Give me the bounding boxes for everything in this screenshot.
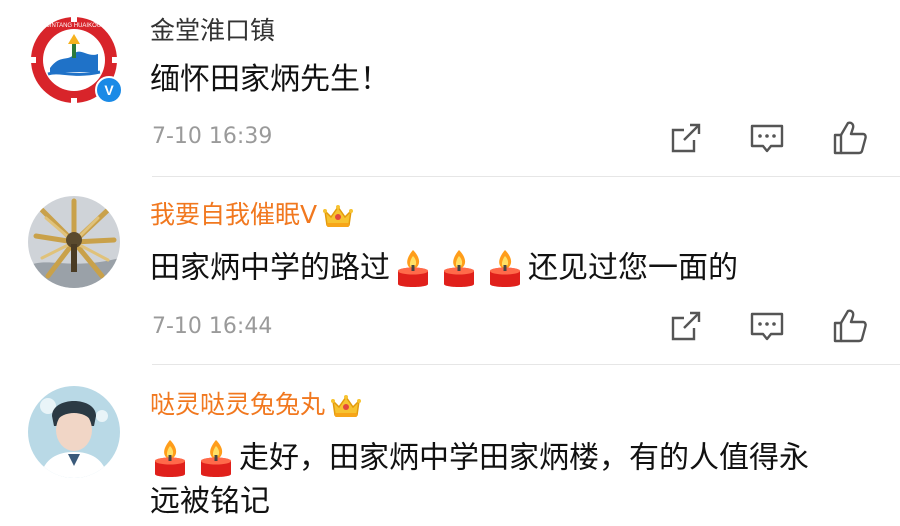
comment-icon[interactable] — [747, 306, 787, 346]
username[interactable]: 我要自我催眠V — [150, 200, 353, 230]
timestamp: 7-10 16:44 — [152, 314, 273, 339]
username[interactable]: 哒灵哒灵兔兔丸 — [150, 390, 361, 420]
verified-badge-icon: V — [95, 76, 123, 104]
svg-text:V: V — [104, 82, 114, 98]
share-icon[interactable] — [666, 306, 706, 346]
comment-icon[interactable] — [747, 118, 787, 158]
candle-emoji — [485, 247, 525, 291]
comment-text: 缅怀田家炳先生！ — [150, 62, 390, 97]
crown-badge-icon — [323, 203, 353, 229]
avatar-image — [28, 386, 120, 478]
avatar-image — [28, 196, 120, 288]
comment-text-continued: 远被铭记 — [150, 484, 270, 519]
divider — [152, 176, 900, 177]
candle-emoji — [196, 437, 236, 481]
candle-emoji — [150, 437, 190, 481]
like-icon[interactable] — [830, 306, 870, 346]
candle-emoji — [439, 247, 479, 291]
avatar[interactable] — [28, 386, 120, 478]
avatar[interactable] — [28, 196, 120, 288]
like-icon[interactable] — [830, 118, 870, 158]
comment-text: 走好，田家炳中学田家炳楼，有的人值得永 — [150, 434, 809, 483]
share-icon[interactable] — [666, 118, 706, 158]
candle-emoji — [393, 247, 433, 291]
crown-badge-icon — [331, 393, 361, 419]
logo-text: JINTANG HUAIKOU — [47, 23, 101, 29]
username[interactable]: 金堂淮口镇 — [150, 16, 275, 46]
timestamp: 7-10 16:39 — [152, 124, 273, 149]
comment-text: 田家炳中学的路过 还见过您一面的 — [150, 244, 738, 293]
divider — [152, 364, 900, 365]
